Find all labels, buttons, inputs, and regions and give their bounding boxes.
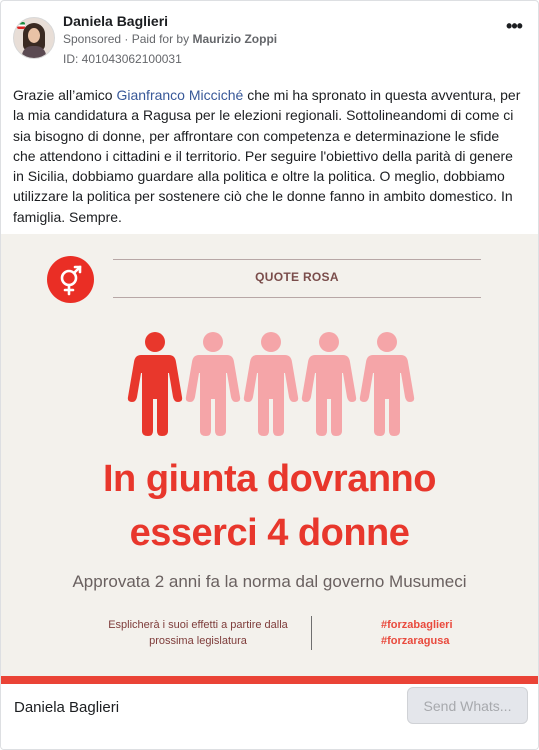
person-figure xyxy=(359,332,415,436)
gender-symbol-icon xyxy=(47,256,94,303)
post-text-start: Grazie all’amico xyxy=(13,87,117,103)
hashtag: #forzaragusa xyxy=(381,635,450,647)
post-text-rest: che mi ha spronato in questa avventura, … xyxy=(13,87,521,225)
person-figure xyxy=(301,332,357,436)
ad-footer: Daniela Baglieri Send Whats... xyxy=(1,684,538,749)
party-logo-icon xyxy=(17,22,25,29)
avatar-face xyxy=(28,28,40,43)
person-figure xyxy=(185,332,241,436)
avatar[interactable] xyxy=(13,17,55,59)
title-rule-bottom xyxy=(113,297,481,298)
sponsored-line: Sponsored · Paid for by Maurizio Zoppi xyxy=(63,32,277,46)
send-whatsapp-button[interactable]: Send Whats... xyxy=(407,687,528,724)
headline-line-2: esserci 4 donne xyxy=(129,512,410,554)
headline-line-1: In giunta dovranno xyxy=(103,458,436,500)
ad-card: Daniela Baglieri Sponsored · Paid for by… xyxy=(0,0,539,750)
ad-id: ID: 401043062100031 xyxy=(63,52,182,66)
separator-dot: · xyxy=(124,32,132,46)
person-figure xyxy=(127,332,183,436)
effect-note: Esplicherà i suoi effetti a partire dall… xyxy=(108,619,288,647)
more-options-icon[interactable]: ••• xyxy=(502,17,526,39)
vertical-divider xyxy=(311,616,312,650)
bottom-accent-bar xyxy=(1,676,538,684)
people-figures xyxy=(127,331,417,436)
ad-creative-image[interactable]: QUOTE ROSA In giunta dovranno esserci 4 … xyxy=(1,234,538,684)
section-title: QUOTE ROSA xyxy=(255,270,339,284)
author-name[interactable]: Daniela Baglieri xyxy=(63,13,168,29)
avatar-body xyxy=(22,46,46,58)
subheadline: Approvata 2 anni fa la norma dal governo… xyxy=(72,572,467,591)
person-figure xyxy=(243,332,299,436)
hashtags: #forzabaglieri #forzaragusa xyxy=(381,617,453,649)
mention-link[interactable]: Gianfranco Micciché xyxy=(116,87,243,103)
post-text: Grazie all’amico Gianfranco Micciché che… xyxy=(13,85,525,227)
payer-name: Maurizio Zoppi xyxy=(192,32,278,46)
footer-page-name[interactable]: Daniela Baglieri xyxy=(14,699,119,716)
post-header: Daniela Baglieri Sponsored · Paid for by… xyxy=(13,11,528,67)
hashtag: #forzabaglieri xyxy=(381,619,453,631)
sponsored-label: Sponsored xyxy=(63,32,122,46)
title-rule-top xyxy=(113,259,481,260)
paid-for-label: Paid for by xyxy=(131,32,190,46)
